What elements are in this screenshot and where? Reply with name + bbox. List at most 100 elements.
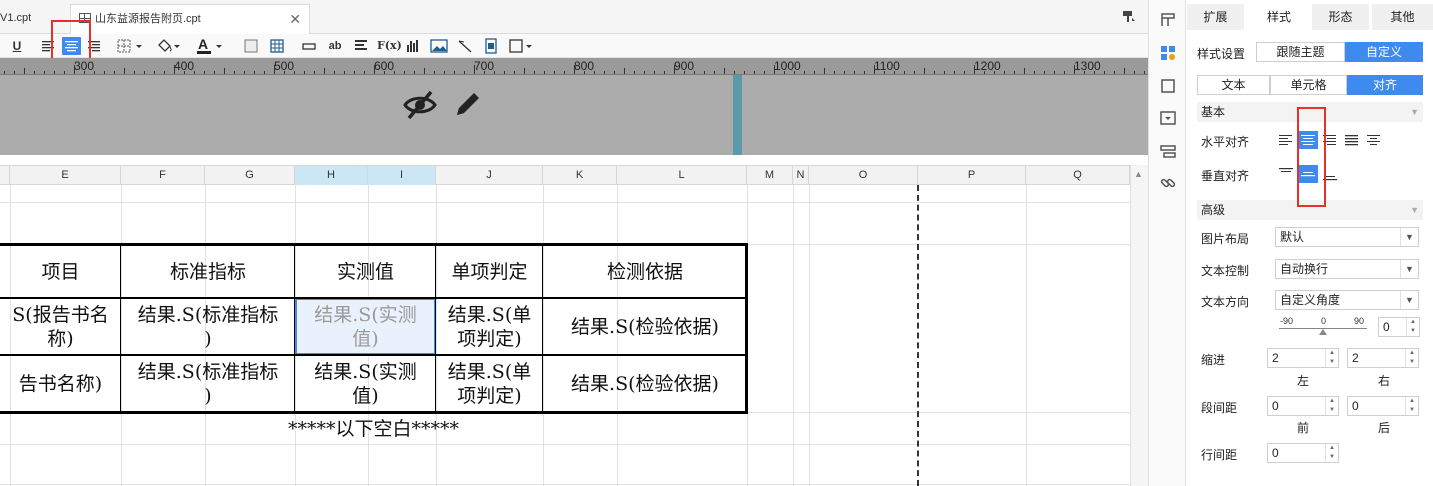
indent-left-input[interactable]: 2 ▲ ▼ [1267, 348, 1339, 368]
spinner-arrows-icon[interactable]: ▲ ▼ [1405, 349, 1418, 367]
widget-button[interactable] [483, 37, 499, 55]
subtab-align[interactable]: 对齐 [1347, 75, 1423, 95]
row1-cell-standard[interactable]: 结果.S(标准指标 ) [121, 298, 295, 355]
h-align-center-icon[interactable] [1298, 131, 1318, 149]
tab-other[interactable]: 其他 [1372, 4, 1433, 30]
align-left-button[interactable] [40, 37, 56, 55]
fill-color-button[interactable] [156, 37, 184, 55]
line-spacing-input[interactable]: 0 ▲ ▼ [1267, 443, 1339, 463]
merge-button[interactable] [301, 37, 317, 55]
v-align-bottom-icon[interactable] [1320, 165, 1340, 183]
row2-cell-item[interactable]: 告书名称) [0, 355, 121, 412]
widget-settings-icon[interactable] [1160, 45, 1176, 61]
column-header-e[interactable]: E [10, 166, 121, 185]
row2-cell-judgement[interactable]: 结果.S(单 项判定) [436, 355, 543, 412]
tab-form[interactable]: 形态 [1312, 4, 1369, 30]
ruler-tick [44, 71, 45, 74]
text-button[interactable]: ab [326, 37, 344, 55]
h-align-justify-icon[interactable] [1342, 131, 1362, 149]
para-after-input[interactable]: 0 ▲ ▼ [1347, 396, 1419, 416]
table-button[interactable] [269, 37, 285, 55]
chevron-up-icon[interactable]: ▲ [1134, 169, 1143, 179]
tab-extend[interactable]: 扩展 [1187, 4, 1244, 30]
slash-button[interactable] [457, 37, 473, 55]
pencil-icon[interactable] [452, 88, 484, 123]
subtab-cell[interactable]: 单元格 [1270, 75, 1347, 95]
border-dropdown-button[interactable] [116, 37, 148, 55]
row1-cell-basis[interactable]: 结果.S(检验依据) [543, 298, 747, 355]
custom-style-button[interactable]: 自定义 [1345, 42, 1423, 62]
v-align-middle-icon[interactable] [1298, 165, 1318, 183]
column-header-stub[interactable] [0, 166, 10, 185]
cell-frame-button[interactable] [243, 37, 259, 55]
spinner-arrows-icon[interactable]: ▲ ▼ [1325, 349, 1338, 367]
font-color-button[interactable]: A [196, 37, 226, 55]
column-header-k[interactable]: K [543, 166, 617, 185]
border-style-button[interactable] [508, 37, 536, 55]
follow-theme-button[interactable]: 跟随主题 [1256, 42, 1345, 62]
paint-brush-icon[interactable] [1122, 10, 1136, 27]
column-header-q[interactable]: Q [1026, 166, 1130, 185]
column-header-h[interactable]: H [295, 166, 368, 185]
align-center-button[interactable] [62, 37, 81, 55]
header-cell-standard[interactable]: 标准指标 [121, 245, 295, 298]
spinner-arrows-icon[interactable]: ▲ ▼ [1325, 397, 1338, 415]
header-cell-item[interactable]: 项目 [0, 245, 121, 298]
column-header-p[interactable]: P [918, 166, 1026, 185]
underline-button[interactable]: U [10, 37, 24, 55]
row1-cell-item[interactable]: S(报告书名 称) [0, 298, 121, 355]
layers-icon[interactable] [1160, 143, 1176, 159]
square-icon[interactable] [1160, 78, 1176, 94]
dropdown-box-icon[interactable] [1160, 110, 1176, 126]
header-cell-measured[interactable]: 实测值 [295, 245, 436, 298]
row1-cell-judgement[interactable]: 结果.S(单 项判定) [436, 298, 543, 355]
vertical-scrollbar[interactable]: ▲ [1130, 165, 1148, 486]
angle-input[interactable]: 0 ▲ ▼ [1378, 317, 1420, 337]
h-align-right-icon[interactable] [1320, 131, 1340, 149]
text-direction-select[interactable]: 自定义角度 ▼ [1275, 290, 1419, 310]
cell-attribute-icon[interactable] [1160, 12, 1176, 28]
column-header-l[interactable]: L [617, 166, 747, 185]
tab-v1-cpt[interactable]: V1.cpt [0, 4, 68, 34]
image-layout-select[interactable]: 默认 ▼ [1275, 227, 1419, 247]
section-advanced[interactable]: 高级 ▼ [1197, 200, 1423, 220]
eye-hidden-icon[interactable] [402, 89, 438, 124]
row2-cell-measured[interactable]: 结果.S(实测 值) [295, 355, 436, 412]
row1-cell-measured[interactable]: 结果.S(实测 值) [295, 298, 436, 355]
spinner-arrows-icon[interactable]: ▲ ▼ [1325, 444, 1338, 462]
column-header-n[interactable]: N [793, 166, 809, 185]
v-align-top-icon[interactable] [1276, 165, 1296, 183]
image-button[interactable] [430, 37, 448, 55]
column-header-f[interactable]: F [121, 166, 205, 185]
h-align-distributed-icon[interactable] [1364, 131, 1384, 149]
header-cell-basis[interactable]: 检测依据 [543, 245, 747, 298]
section-basic[interactable]: 基本 ▼ [1197, 102, 1423, 122]
chart-button[interactable] [405, 37, 421, 55]
text-control-select[interactable]: 自动换行 ▼ [1275, 259, 1419, 279]
paragraph-button[interactable] [353, 37, 369, 55]
row2-cell-standard[interactable]: 结果.S(标准指标 ) [121, 355, 295, 412]
close-icon[interactable]: ✕ [289, 5, 301, 33]
column-header-o[interactable]: O [809, 166, 918, 185]
para-before-input[interactable]: 0 ▲ ▼ [1267, 396, 1339, 416]
column-header-m[interactable]: M [747, 166, 793, 185]
formula-button[interactable]: F(x) [377, 37, 402, 55]
column-header-g[interactable]: G [205, 166, 295, 185]
spinner-arrows-icon[interactable]: ▲ ▼ [1406, 318, 1419, 336]
header-cell-judgement[interactable]: 单项判定 [436, 245, 543, 298]
indent-right-input[interactable]: 2 ▲ ▼ [1347, 348, 1419, 368]
link-icon[interactable] [1160, 175, 1176, 191]
row2-cell-basis[interactable]: 结果.S(检验依据) [543, 355, 747, 412]
align-right-button[interactable] [86, 37, 102, 55]
spinner-arrows-icon[interactable]: ▲ ▼ [1405, 397, 1418, 415]
tab-style[interactable]: 样式 [1249, 4, 1309, 30]
slider-thumb[interactable] [1319, 329, 1327, 335]
subtab-text[interactable]: 文本 [1197, 75, 1270, 95]
column-header-i[interactable]: I [368, 166, 436, 185]
document-tab-bar: V1.cpt 山东益源报告附页.cpt ✕ [0, 0, 1148, 34]
h-align-left-icon[interactable] [1276, 131, 1296, 149]
angle-slider[interactable]: -90 0 90 [1275, 316, 1371, 338]
tab-shandong-report[interactable]: 山东益源报告附页.cpt ✕ [70, 4, 310, 34]
footer-blank-note[interactable]: *****以下空白***** [0, 413, 747, 445]
column-header-j[interactable]: J [436, 166, 543, 185]
